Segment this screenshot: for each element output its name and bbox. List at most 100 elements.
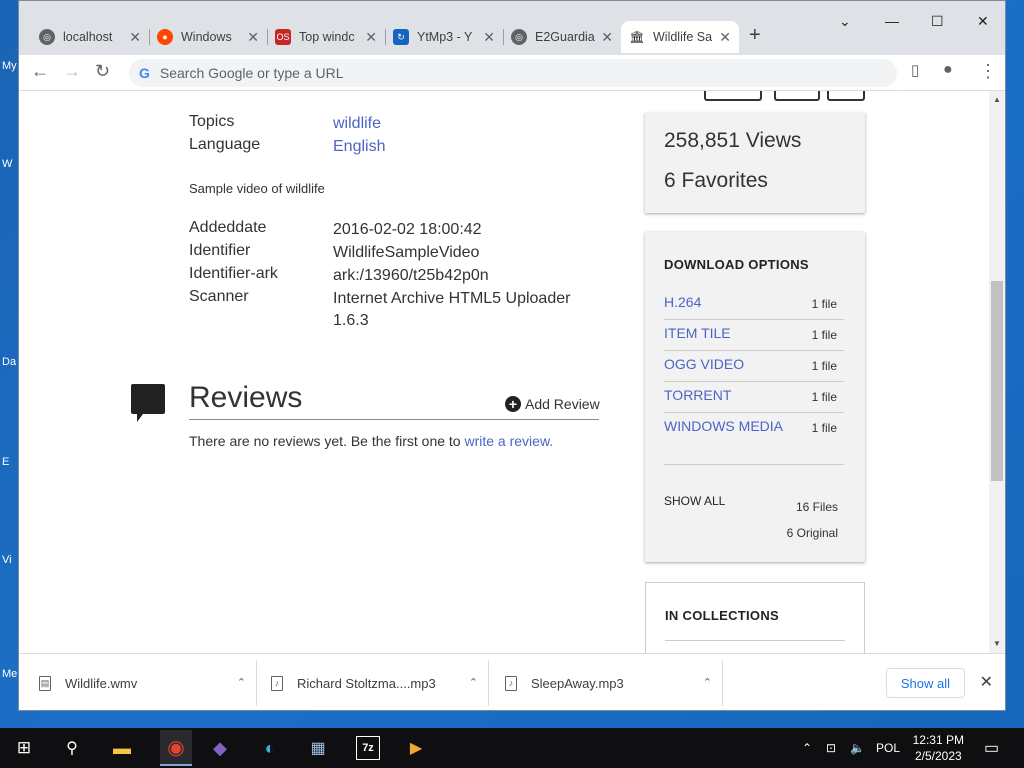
desktop-icon-label[interactable]: Me: [2, 668, 17, 680]
close-tab-icon[interactable]: ✕: [129, 29, 141, 46]
meta-value: Internet Archive HTML5 Uploader 1.6.3: [333, 290, 571, 329]
new-tab-button[interactable]: +: [749, 24, 761, 47]
meta-identifier: Identifier WildlifeSampleVideo: [189, 242, 593, 264]
profile-avatar-icon[interactable]: ●: [943, 61, 953, 79]
tab-search-icon[interactable]: ⌄: [839, 13, 851, 30]
scroll-up-icon[interactable]: ▲: [993, 95, 1001, 104]
meta-language: Language English: [189, 136, 593, 158]
tab-title: localhost: [63, 30, 113, 44]
tab-ytmp3[interactable]: ↻ YtMp3 - Y ✕: [385, 21, 503, 53]
close-window-button[interactable]: ✕: [977, 13, 989, 30]
no-reviews-text: There are no reviews yet. Be the first o…: [189, 433, 553, 449]
network-icon[interactable]: ⊡: [826, 728, 836, 768]
address-bar[interactable]: G Search Google or type a URL: [129, 59, 897, 87]
show-hidden-icons[interactable]: ⌃: [802, 728, 812, 768]
files-total: 16 Files: [795, 500, 838, 514]
os-icon: OS: [275, 29, 291, 45]
show-all-link[interactable]: SHOW ALL: [664, 494, 725, 508]
reviews-divider: [189, 419, 599, 420]
meta-value: 2016-02-02 18:00:42: [333, 221, 482, 238]
favorite-button[interactable]: [774, 91, 820, 101]
close-tab-icon[interactable]: ✕: [483, 29, 495, 46]
no-reviews-message: There are no reviews yet. Be the first o…: [189, 433, 461, 449]
network-monitor-icon[interactable]: ▦: [306, 736, 330, 760]
meta-label: Addeddate: [189, 219, 267, 236]
google-icon: G: [139, 65, 150, 81]
download-item[interactable]: ▤ Wildlife.wmv ⌃: [39, 660, 257, 706]
download-format-link[interactable]: TORRENT: [664, 387, 731, 403]
close-tab-icon[interactable]: ✕: [247, 29, 259, 46]
page-scrollbar[interactable]: ▲ ▼: [989, 91, 1005, 653]
meta-value: ark:/13960/t25b42p0n: [333, 267, 489, 284]
close-tab-icon[interactable]: ✕: [601, 29, 613, 46]
original-total: 6 Original: [786, 526, 838, 540]
language-link[interactable]: English: [333, 136, 593, 158]
desktop-icon-label[interactable]: W: [2, 158, 12, 170]
show-all-downloads-button[interactable]: Show all: [885, 668, 965, 698]
archive-icon: 🏛: [629, 29, 645, 45]
desktop-icon-label[interactable]: E: [2, 456, 9, 468]
write-review-link[interactable]: write a review.: [464, 433, 553, 449]
reviews-heading: Reviews: [189, 381, 303, 414]
meta-addeddate: Addeddate 2016-02-02 18:00:42: [189, 219, 593, 241]
side-panel-icon[interactable]: ▯: [911, 61, 919, 79]
close-shelf-icon[interactable]: ✕: [980, 672, 993, 692]
file-explorer-icon[interactable]: ▬: [110, 736, 134, 760]
chevron-up-icon[interactable]: ⌃: [469, 676, 478, 689]
download-format-link[interactable]: H.264: [664, 294, 701, 310]
volume-icon[interactable]: 🔈: [850, 728, 865, 768]
tab-e2guardian[interactable]: ◎ E2Guardia ✕: [503, 21, 621, 53]
collections-divider: [665, 640, 845, 641]
notifications-icon[interactable]: ▭: [984, 728, 999, 768]
scroll-thumb[interactable]: [991, 281, 1003, 481]
meta-label: Identifier: [189, 242, 251, 259]
reddit-icon: ●: [157, 29, 173, 45]
globe-icon: ◎: [39, 29, 55, 45]
tab-localhost[interactable]: ◎ localhost ✕: [31, 21, 149, 53]
audio-file-icon: ♪: [271, 675, 283, 691]
tab-title: E2Guardia: [535, 30, 595, 44]
clock[interactable]: 12:31 PM 2/5/2023: [913, 732, 964, 764]
download-format-link[interactable]: WINDOWS MEDIA: [664, 418, 783, 434]
tab-top-windows[interactable]: OS Top windc ✕: [267, 21, 385, 53]
windows-start-icon[interactable]: ⊞: [12, 736, 36, 760]
desktop-icon-label[interactable]: My: [2, 60, 17, 72]
tab-windows[interactable]: ● Windows ✕: [149, 21, 267, 53]
meta-topics: Topics wildlife: [189, 113, 593, 135]
add-review-button[interactable]: + Add Review: [505, 396, 600, 412]
download-filename: SleepAway.mp3: [531, 675, 624, 691]
back-arrow-icon[interactable]: ←: [31, 61, 49, 82]
minimize-button[interactable]: —: [885, 13, 899, 29]
chevron-up-icon[interactable]: ⌃: [703, 676, 712, 689]
download-format-link[interactable]: ITEM TILE: [664, 325, 731, 341]
topics-link[interactable]: wildlife: [333, 113, 593, 135]
download-format-link[interactable]: OGG VIDEO: [664, 356, 744, 372]
desktop-icon-label[interactable]: Vi: [2, 554, 12, 566]
collections-heading: IN COLLECTIONS: [665, 608, 779, 623]
media-player-icon[interactable]: ▶: [404, 736, 428, 760]
download-item[interactable]: ♪ Richard Stoltzma....mp3 ⌃: [271, 660, 489, 706]
share-button[interactable]: [704, 91, 762, 101]
input-language[interactable]: POL: [876, 728, 900, 768]
7zip-icon[interactable]: 7z: [356, 736, 380, 760]
tab-wildlife[interactable]: 🏛 Wildlife Sa ✕: [621, 21, 739, 53]
download-file-count: 1 file: [811, 328, 837, 342]
flag-button[interactable]: [827, 91, 865, 101]
close-tab-icon[interactable]: ✕: [365, 29, 377, 46]
plus-circle-icon: +: [505, 396, 521, 412]
maximize-button[interactable]: ☐: [931, 13, 944, 30]
download-item[interactable]: ♪ SleepAway.mp3 ⌃: [505, 660, 723, 706]
reload-icon[interactable]: ↻: [95, 61, 110, 82]
close-tab-icon[interactable]: ✕: [719, 29, 731, 46]
chrome-icon[interactable]: ◉: [160, 730, 192, 766]
chevron-up-icon[interactable]: ⌃: [237, 676, 246, 689]
edge-icon[interactable]: ◐: [258, 736, 282, 760]
tab-title: YtMp3 - Y: [417, 30, 473, 44]
ytmp3-icon: ↻: [393, 29, 409, 45]
search-icon[interactable]: ⚲: [60, 736, 84, 760]
desktop-icon-label[interactable]: Da: [2, 356, 16, 368]
visual-studio-icon[interactable]: ◆: [208, 736, 232, 760]
forward-arrow-icon[interactable]: →: [63, 61, 81, 82]
scroll-down-icon[interactable]: ▼: [993, 639, 1001, 648]
menu-kebab-icon[interactable]: ⋮: [979, 61, 997, 82]
